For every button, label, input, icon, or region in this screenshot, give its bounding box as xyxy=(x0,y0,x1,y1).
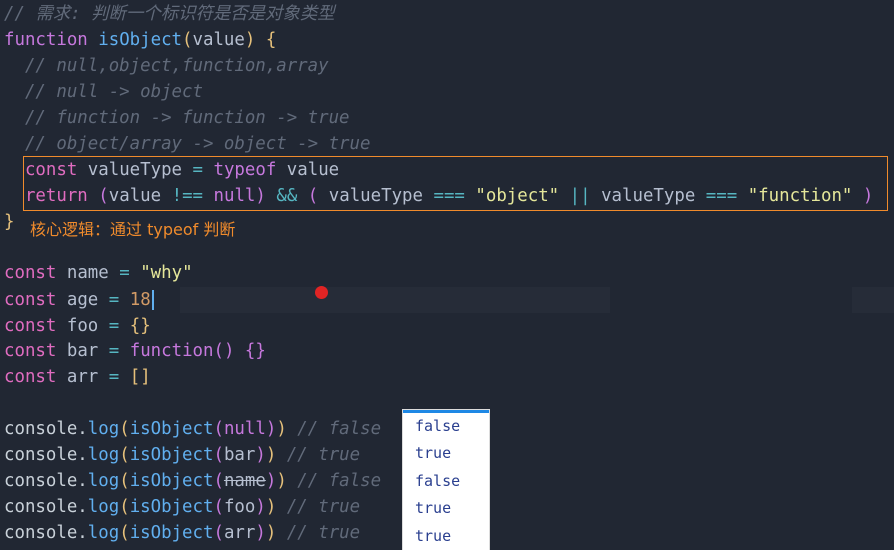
brace-close: } xyxy=(4,212,15,232)
record-dot-icon xyxy=(315,286,328,299)
output-line: false xyxy=(415,417,461,435)
faint-bar xyxy=(180,287,610,313)
output-line: false xyxy=(415,471,461,490)
output-line: true xyxy=(415,526,452,545)
console-output-panel: false true false true true xyxy=(403,410,489,550)
header-comment: // 需求: 判断一个标识符是否是对象类型 xyxy=(4,4,335,24)
return-line: return (value !== null) && ( valueType =… xyxy=(24,186,874,206)
output-line: true xyxy=(415,444,452,463)
console-log-line: console.log(isObject(arr)) // true xyxy=(4,523,361,543)
code-comment-line: // null,object,function,array xyxy=(24,56,329,76)
console-log-line: console.log(isObject(name)) // false xyxy=(4,471,382,491)
output-line: true xyxy=(415,499,452,518)
value-type-line: const valueType = typeof value xyxy=(24,160,340,180)
code-comment-line: // object/array -> object -> true xyxy=(24,134,371,154)
console-log-line: console.log(isObject(foo)) // true xyxy=(4,497,361,517)
function-name: isObject xyxy=(98,30,183,50)
code-comment-line: // function -> function -> true xyxy=(24,108,350,128)
decl-arr-line: const arr = [] xyxy=(4,367,151,387)
faint-bar xyxy=(852,287,894,313)
console-log-line: console.log(isObject(bar)) // true xyxy=(4,445,361,465)
function-declaration: function isObject(value) { xyxy=(4,30,277,50)
decl-name-line: const name = "why" xyxy=(4,263,193,283)
annotation-note: 核心逻辑：通过 typeof 判断 xyxy=(30,220,236,239)
brace-open: { xyxy=(255,30,277,50)
param-value: value xyxy=(192,30,245,50)
console-log-line: console.log(isObject(null)) // false xyxy=(4,419,382,439)
code-comment-line: // null -> object xyxy=(24,82,203,102)
keyword-function: function xyxy=(4,30,88,50)
text-cursor xyxy=(151,290,154,310)
decl-foo-line: const foo = {} xyxy=(4,316,151,336)
decl-bar-line: const bar = function() {} xyxy=(4,341,266,361)
decl-age-line: const age = 18 xyxy=(4,287,154,313)
